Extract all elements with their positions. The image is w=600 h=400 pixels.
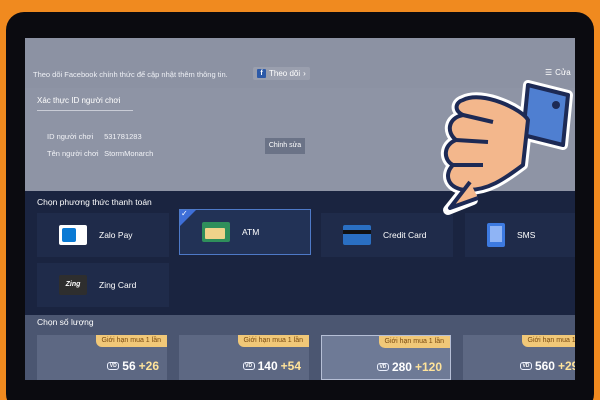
quantity-option-3[interactable]: Giới hạn mua 1 lần VD 280 +120 [321,335,451,380]
voucher-coin-icon: VD [107,362,120,370]
player-id-value: 531781283 [104,132,142,141]
zing-logo-icon: Zing [59,275,87,295]
payment-option-label: Zing Card [99,280,137,290]
quantity-section: Chọn số lượng Giới hạn mua 1 lần VD 56 +… [25,315,575,380]
quantity-amount: VD 140 +54 [242,359,301,373]
player-name-label: Tên người chơi [47,149,99,158]
player-name-row: Tên người chơi StormMonarch [47,149,153,158]
quantity-option-2[interactable]: Giới hạn mua 1 lần VD 140 +54 [179,335,309,380]
zalopay-logo-icon [59,225,87,245]
purchase-limit-badge: Giới hạn mua 1 lần [237,335,309,347]
verify-section-title: Xác thực ID người chơi [37,96,133,111]
player-name-value: StormMonarch [104,149,154,158]
player-id-row: ID người chơi 531781283 [47,132,142,141]
quantity-amount: VD 56 +26 [107,359,159,373]
purchase-limit-badge: Giới hạn mua 1 lần [95,335,167,347]
quantity-option-1[interactable]: Giới hạn mua 1 lần VD 56 +26 [37,335,167,380]
atm-card-icon [202,222,230,242]
quantity-option-4[interactable]: Giới hạn mua 1 lần VD 560 +294 [463,335,575,380]
bonus-amount: +26 [138,359,159,373]
chevron-right-icon: › [303,69,306,78]
purchase-limit-badge: Giới hạn mua 1 lần [521,335,575,347]
payment-section-title: Chọn phương thức thanh toán [37,197,152,207]
voucher-coin-icon: VD [376,363,389,371]
payment-option-label: Credit Card [383,230,427,240]
follow-facebook-text: Theo dõi Facebook chính thức để cập nhật… [33,70,228,79]
voucher-coin-icon: VD [242,362,255,370]
facebook-icon: f [257,69,266,78]
payment-option-label: ATM [242,227,260,237]
payment-option-zalopay[interactable]: Zalo Pay [37,213,169,257]
payment-option-label: SMS [517,230,536,240]
quantity-amount: VD 560 +294 [519,359,575,373]
credit-card-icon [343,225,371,245]
quantity-section-title: Chọn số lượng [37,317,94,327]
base-amount: 560 [534,359,555,373]
payment-option-label: Zalo Pay [99,230,133,240]
base-amount: 56 [122,359,136,373]
edit-button[interactable]: Chỉnh sửa [265,138,305,154]
voucher-coin-icon: VD [519,362,532,370]
follow-button-label: Theo dõi [269,69,301,78]
quantity-amount: VD 280 +120 [376,360,442,374]
bonus-amount: +294 [557,359,575,373]
bonus-amount: +54 [280,359,301,373]
purchase-limit-badge: Giới hạn mua 1 lần [378,336,450,348]
payment-option-zing-card[interactable]: Zing Zing Card [37,263,169,307]
bonus-amount: +120 [414,360,442,374]
thumbs-down-hand-icon [440,80,573,215]
facebook-follow-button[interactable]: f Theo dõi › [253,67,310,80]
player-id-label: ID người chơi [47,132,94,141]
base-amount: 280 [391,360,412,374]
base-amount: 140 [257,359,278,373]
payment-option-atm[interactable]: ✓ ATM [179,209,311,255]
phone-icon [487,223,505,247]
check-icon: ✓ [181,209,188,218]
